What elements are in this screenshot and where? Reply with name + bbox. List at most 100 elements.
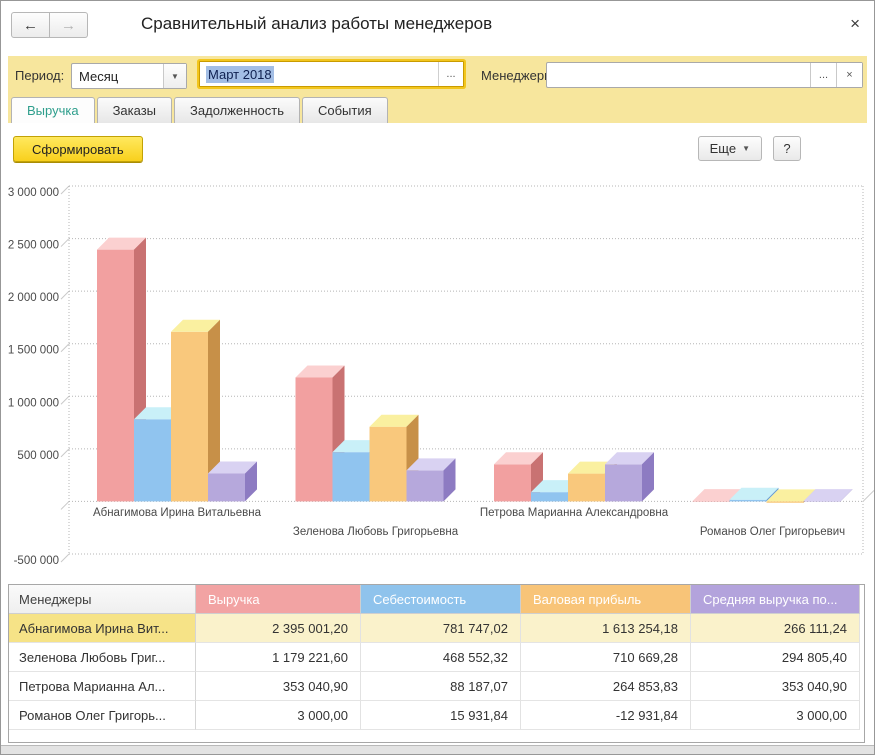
date-picker-button[interactable]: ... bbox=[438, 62, 463, 86]
floor-edge bbox=[863, 490, 874, 501]
column-header-4[interactable]: Средняя выручка по... bbox=[691, 585, 860, 614]
close-icon[interactable]: × bbox=[850, 15, 860, 32]
bar-front[interactable] bbox=[370, 427, 407, 502]
value-cell[interactable]: 3 000,00 bbox=[196, 701, 361, 730]
table-row[interactable]: Зеленова Любовь Григ...1 179 221,60468 5… bbox=[9, 643, 864, 672]
period-value: Месяц bbox=[72, 69, 163, 84]
bar-front[interactable] bbox=[730, 500, 767, 502]
chevron-down-icon: ▼ bbox=[742, 144, 750, 153]
back-button[interactable]: ← bbox=[11, 12, 50, 38]
bar-front[interactable] bbox=[605, 464, 642, 501]
value-cell[interactable]: 710 669,28 bbox=[521, 643, 691, 672]
managers-picker-button[interactable]: ... bbox=[810, 63, 836, 87]
axis-tick bbox=[61, 291, 69, 299]
managers-clear-icon[interactable]: × bbox=[836, 63, 862, 87]
axis-tick bbox=[61, 554, 69, 562]
filter-row: Период: Месяц ▼ Март 2018 ... Менеджеры:… bbox=[8, 61, 867, 91]
value-cell[interactable]: 353 040,90 bbox=[196, 672, 361, 701]
table-header-row: МенеджерыВыручкаСебестоимостьВаловая при… bbox=[9, 585, 864, 614]
bar-front[interactable] bbox=[693, 501, 730, 502]
y-axis-label: 3 000 000 bbox=[8, 187, 59, 199]
page-title: Сравнительный анализ работы менеджеров bbox=[141, 14, 492, 34]
axis-tick bbox=[61, 186, 69, 194]
bar-front[interactable] bbox=[296, 377, 333, 501]
bar-3-group-0[interactable] bbox=[208, 461, 257, 501]
bar-front[interactable] bbox=[171, 332, 208, 502]
axis-tick bbox=[61, 501, 69, 509]
date-value-selected: Март 2018 bbox=[206, 66, 274, 83]
tab-zakazy[interactable]: Заказы bbox=[97, 97, 172, 123]
period-combobox[interactable]: Месяц ▼ bbox=[71, 63, 187, 89]
column-header-1[interactable]: Выручка bbox=[196, 585, 361, 614]
value-cell[interactable]: -12 931,84 bbox=[521, 701, 691, 730]
table-row[interactable]: Романов Олег Григорь...3 000,0015 931,84… bbox=[9, 701, 864, 730]
table-row[interactable]: Абнагимова Ирина Вит...2 395 001,20781 7… bbox=[9, 614, 864, 643]
manager-name-cell[interactable]: Зеленова Любовь Григ... bbox=[9, 643, 196, 672]
bar-front[interactable] bbox=[407, 470, 444, 501]
axis-tick bbox=[61, 239, 69, 247]
value-cell[interactable]: 264 853,83 bbox=[521, 672, 691, 701]
y-axis-label: 2 500 000 bbox=[8, 240, 59, 252]
y-axis-label: 500 000 bbox=[17, 450, 59, 462]
managers-field: ... × bbox=[546, 62, 863, 88]
bar-front[interactable] bbox=[134, 419, 171, 501]
help-button[interactable]: ? bbox=[773, 136, 801, 161]
axis-tick bbox=[61, 396, 69, 404]
value-cell[interactable]: 3 000,00 bbox=[691, 701, 860, 730]
y-axis-label: -500 000 bbox=[14, 555, 59, 567]
axis-tick bbox=[61, 449, 69, 457]
manager-name-cell[interactable]: Романов Олег Григорь... bbox=[9, 701, 196, 730]
forward-arrow-icon: → bbox=[61, 17, 76, 34]
table-body: Абнагимова Ирина Вит...2 395 001,20781 7… bbox=[9, 614, 864, 730]
more-button[interactable]: Еще ▼ bbox=[698, 136, 762, 161]
bar-3-group-2[interactable] bbox=[605, 452, 654, 501]
bar-chart: 3 000 0002 500 0002 000 0001 500 0001 00… bbox=[1, 176, 875, 581]
value-cell[interactable]: 294 805,40 bbox=[691, 643, 860, 672]
column-header-0[interactable]: Менеджеры bbox=[9, 585, 196, 614]
column-header-2[interactable]: Себестоимость bbox=[361, 585, 521, 614]
toolbar: Сформировать Еще ▼ ? bbox=[1, 123, 874, 173]
generate-button[interactable]: Сформировать bbox=[13, 136, 143, 162]
bar-front[interactable] bbox=[208, 473, 245, 501]
bar-front[interactable] bbox=[333, 452, 370, 501]
bar-3-group-1[interactable] bbox=[407, 458, 456, 501]
value-cell[interactable]: 353 040,90 bbox=[691, 672, 860, 701]
chevron-down-icon[interactable]: ▼ bbox=[163, 64, 186, 88]
bar-front[interactable] bbox=[494, 464, 531, 501]
value-cell[interactable]: 15 931,84 bbox=[361, 701, 521, 730]
manager-name-cell[interactable]: Петрова Марианна Ал... bbox=[9, 672, 196, 701]
tab-sobytiya[interactable]: События bbox=[302, 97, 388, 123]
window-bottom-edge bbox=[1, 745, 874, 754]
value-cell[interactable]: 88 187,07 bbox=[361, 672, 521, 701]
bar-front[interactable] bbox=[97, 250, 134, 502]
bar-front[interactable] bbox=[804, 501, 841, 502]
bar-front[interactable] bbox=[568, 474, 605, 502]
date-input[interactable]: Март 2018 ... bbox=[199, 61, 464, 87]
column-header-3[interactable]: Валовая прибыль bbox=[521, 585, 691, 614]
bar-front[interactable] bbox=[767, 501, 804, 502]
managers-table: МенеджерыВыручкаСебестоимостьВаловая при… bbox=[8, 584, 865, 743]
value-cell[interactable]: 2 395 001,20 bbox=[196, 614, 361, 643]
value-cell[interactable]: 781 747,02 bbox=[361, 614, 521, 643]
table-row[interactable]: Петрова Марианна Ал...353 040,9088 187,0… bbox=[9, 672, 864, 701]
value-cell[interactable]: 1 179 221,60 bbox=[196, 643, 361, 672]
navigation-buttons: ← → bbox=[11, 12, 88, 38]
bar-front[interactable] bbox=[531, 492, 568, 501]
y-axis-label: 1 000 000 bbox=[8, 397, 59, 409]
report-window: ← → Сравнительный анализ работы менеджер… bbox=[0, 0, 875, 755]
manager-name-cell[interactable]: Абнагимова Ирина Вит... bbox=[9, 614, 196, 643]
value-cell[interactable]: 266 111,24 bbox=[691, 614, 860, 643]
value-cell[interactable]: 468 552,32 bbox=[361, 643, 521, 672]
value-cell[interactable]: 1 613 254,18 bbox=[521, 614, 691, 643]
x-axis-category-label: Зеленова Любовь Григорьевна bbox=[293, 526, 459, 538]
x-axis-category-label: Петрова Марианна Александровна bbox=[480, 507, 669, 519]
tab-vyruchka[interactable]: Выручка bbox=[11, 97, 95, 123]
forward-button[interactable]: → bbox=[50, 12, 88, 38]
back-arrow-icon: ← bbox=[23, 17, 38, 34]
report-tabs: Выручка Заказы Задолженность События bbox=[11, 97, 390, 123]
chart-canvas: 3 000 0002 500 0002 000 0001 500 0001 00… bbox=[1, 176, 875, 581]
title-bar: ← → Сравнительный анализ работы менеджер… bbox=[1, 1, 874, 56]
table-empty-strip bbox=[9, 730, 864, 742]
managers-input[interactable] bbox=[547, 64, 810, 86]
tab-zadolzhennost[interactable]: Задолженность bbox=[174, 97, 300, 123]
